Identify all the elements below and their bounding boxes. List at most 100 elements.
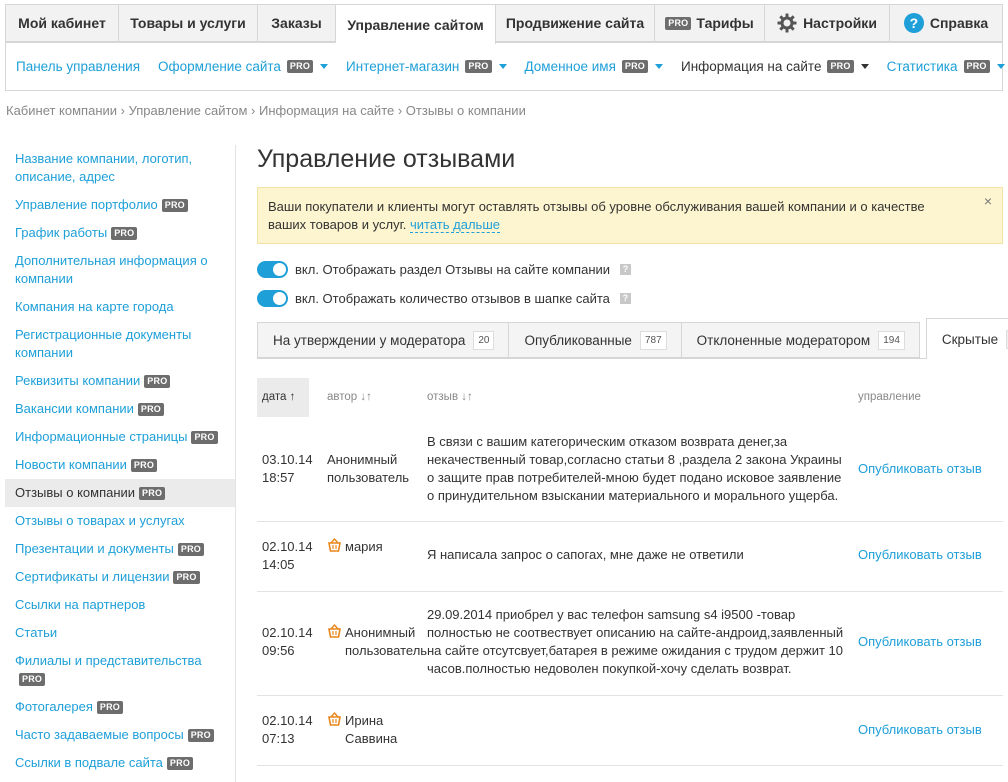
pro-badge: PRO <box>96 701 123 715</box>
tab-label: Управление сайтом <box>347 16 484 33</box>
sidebar-item-label: Филиалы и представительства <box>15 653 202 668</box>
breadcrumb[interactable]: Кабинет компании › Управление сайтом › И… <box>6 103 526 118</box>
tab-help[interactable]: ? Справка <box>890 4 1003 42</box>
tab-label: Скрытые <box>941 331 999 347</box>
review-author: Анонимный пользователь <box>327 451 422 487</box>
subnav-online-store[interactable]: Интернет-магазин PRO <box>346 59 507 74</box>
author-name: Ирина Саввина <box>345 713 398 746</box>
sidebar-item-additional-info[interactable]: Дополнительная информация о компании <box>5 247 236 293</box>
sidebar-item-label: Управление портфолио <box>15 197 158 212</box>
review-datetime: 02.10.14 09:56 <box>262 624 313 660</box>
review-author: мария <box>327 538 422 556</box>
sidebar-item-label: Информационные страницы <box>15 429 188 444</box>
sidebar-item-city-map[interactable]: Компания на карте города <box>5 293 236 321</box>
publish-review-button[interactable]: Опубликовать отзыв <box>858 721 982 739</box>
read-more-link[interactable]: читать дальше <box>410 217 500 233</box>
toggle-label: вкл. Отображать количество отзывов в шап… <box>295 291 610 306</box>
sidebar-item-info-pages[interactable]: Информационные страницы PRO <box>5 423 236 451</box>
sidebar-item-news[interactable]: Новости компании PRO <box>5 451 236 479</box>
top-navigation: Мой кабинет Товары и услуги Заказы Управ… <box>5 4 1003 44</box>
toggle-label: вкл. Отображать раздел Отзывы на сайте к… <box>295 262 611 277</box>
pro-badge: PRO <box>286 59 314 73</box>
subnav-label: Статистика <box>886 58 958 74</box>
publish-review-button[interactable]: Опубликовать отзыв <box>858 633 982 651</box>
sidebar-item-portfolio[interactable]: Управление портфолио PRO <box>5 191 236 219</box>
tab-label: Справка <box>929 15 989 31</box>
table-header: дата ↑ автор ↓↑ отзыв ↓↑ управление <box>257 378 1003 417</box>
publish-review-button[interactable]: Опубликовать отзыв <box>858 460 982 478</box>
tab-label: Мой кабинет <box>18 15 106 31</box>
sidebar-item-label: График работы <box>15 225 108 240</box>
review-text: Я написала запрос о сапогах, мне даже не… <box>427 547 744 562</box>
tab-products[interactable]: Товары и услуги <box>119 4 258 42</box>
tab-tariffs[interactable]: PRO Тарифы <box>655 4 765 42</box>
sidebar-item-product-reviews[interactable]: Отзывы о товарах и услугах <box>5 507 236 535</box>
tab-hidden[interactable]: Скрытые8 <box>925 318 1008 359</box>
sort-author[interactable]: автор ↓↑ <box>327 378 372 417</box>
sidebar-item-schedule[interactable]: График работы PRO <box>5 219 236 247</box>
sub-navigation: Панель управления Оформление сайта PRO Ин… <box>5 42 1005 91</box>
tab-pending[interactable]: На утверждении у модератора 20 <box>257 322 510 358</box>
sidebar-item-photo-gallery[interactable]: Фотогалерея PRO <box>5 693 236 721</box>
subnav-site-design[interactable]: Оформление сайта PRO <box>158 59 329 74</box>
sidebar-item-registration-docs[interactable]: Регистрационные документы компании <box>5 321 236 367</box>
close-icon[interactable]: × <box>984 192 992 210</box>
tab-settings[interactable]: Настройки <box>765 4 890 42</box>
chevron-down-icon <box>996 63 1005 69</box>
pro-badge: PRO <box>963 59 990 73</box>
sidebar-item-company-name[interactable]: Название компании, логотип, описание, ад… <box>5 145 236 191</box>
toggle-switch[interactable] <box>257 261 288 278</box>
help-icon[interactable]: ? <box>620 264 632 275</box>
tab-label: Опубликованные <box>524 332 632 348</box>
sidebar-item-label: Отзывы о компании <box>15 485 136 500</box>
tab-site-management[interactable]: Управление сайтом <box>336 4 496 44</box>
pro-badge: PRO <box>166 757 194 771</box>
sidebar-divider <box>235 145 236 782</box>
pro-badge: PRO <box>665 16 692 30</box>
sidebar-item-footer-links[interactable]: Ссылки в подвале сайта PRO <box>5 749 236 777</box>
subnav-label: Информация на сайте <box>681 58 822 74</box>
tab-published[interactable]: Опубликованные 787 <box>509 322 682 358</box>
count-badge: 20 <box>473 330 495 350</box>
pro-badge: PRO <box>177 543 204 557</box>
table-row: 02.10.14 14:05 мария Я написала запрос о … <box>257 522 1003 592</box>
table-row: 03.10.14 18:57 Анонимный пользователь В с… <box>257 417 1003 522</box>
tab-label: Отклоненные модератором <box>696 332 871 348</box>
pro-badge: PRO <box>187 729 214 743</box>
subnav-statistics[interactable]: Статистика PRO <box>887 59 1005 74</box>
pro-badge: PRO <box>137 403 165 417</box>
author-name: Анонимный пользователь <box>327 452 410 485</box>
review-time: 09:56 <box>262 643 295 658</box>
tab-orders[interactable]: Заказы <box>258 4 336 42</box>
sidebar-item-presentations[interactable]: Презентации и документы PRO <box>5 535 236 563</box>
review-time: 14:05 <box>262 557 295 572</box>
sidebar: Название компании, логотип, описание, ад… <box>5 145 236 777</box>
tab-rejected[interactable]: Отклоненные модератором 194 <box>681 322 920 358</box>
tab-site-promotion[interactable]: Продвижение сайта <box>496 4 655 42</box>
sidebar-item-label: Сертификаты и лицензии <box>15 569 170 584</box>
subnav-site-info[interactable]: Информация на сайте PRO <box>681 59 869 74</box>
sidebar-item-branches[interactable]: Филиалы и представительства PRO <box>5 647 236 693</box>
toggle-switch[interactable] <box>257 290 288 307</box>
review-date: 02.10.14 <box>262 625 313 640</box>
help-icon[interactable]: ? <box>619 293 631 304</box>
chevron-down-icon <box>655 63 664 69</box>
review-datetime: 02.10.14 14:05 <box>262 538 313 574</box>
sidebar-item-company-reviews[interactable]: Отзывы о компании PRO <box>5 479 236 507</box>
pro-badge: PRO <box>130 459 158 473</box>
sidebar-item-faq[interactable]: Часто задаваемые вопросы PRO <box>5 721 236 749</box>
basket-icon <box>328 624 341 638</box>
subnav-dashboard[interactable]: Панель управления <box>16 59 140 74</box>
chevron-down-icon <box>320 63 329 69</box>
tab-my-cabinet[interactable]: Мой кабинет <box>5 4 119 42</box>
pro-badge: PRO <box>139 487 166 501</box>
subnav-domain[interactable]: Доменное имя PRO <box>525 59 664 74</box>
sort-date[interactable]: дата ↑ <box>257 378 309 417</box>
sidebar-item-articles[interactable]: Статьи <box>5 619 236 647</box>
publish-review-button[interactable]: Опубликовать отзыв <box>858 546 982 564</box>
sidebar-item-partner-links[interactable]: Ссылки на партнеров <box>5 591 236 619</box>
sidebar-item-certificates[interactable]: Сертификаты и лицензии PRO <box>5 563 236 591</box>
sort-review[interactable]: отзыв ↓↑ <box>427 378 473 417</box>
sidebar-item-vacancies[interactable]: Вакансии компании PRO <box>5 395 236 423</box>
sidebar-item-requisites[interactable]: Реквизиты компании PRO <box>5 367 236 395</box>
